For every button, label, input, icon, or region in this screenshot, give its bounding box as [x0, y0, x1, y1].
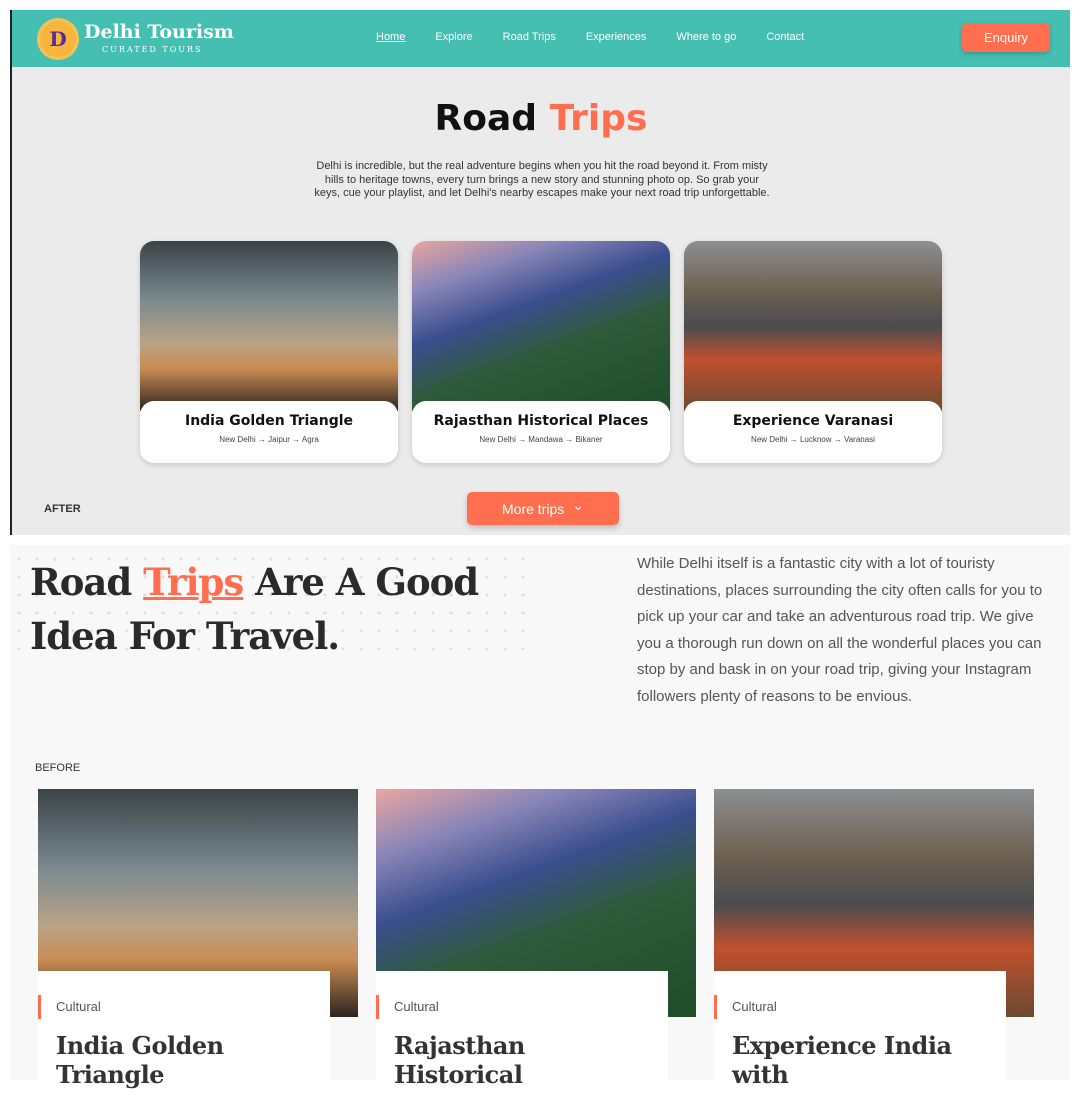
card-title: India Golden Triangle [184, 413, 354, 429]
card-route: New Delhi → Lucknow → Varanasi [751, 435, 875, 444]
enquiry-button[interactable]: Enquiry [962, 23, 1050, 52]
nav-contact[interactable]: Contact [766, 31, 804, 43]
intro-text: Delhi is incredible, but the real advent… [314, 160, 770, 199]
trip-card[interactable]: Cultural Rajasthan Historical [376, 789, 696, 1101]
nav-explore[interactable]: Explore [435, 31, 472, 43]
section-heading: Road Trips Are A Good Idea For Travel. [30, 555, 479, 663]
heading-part: Idea For Travel. [30, 614, 340, 658]
card-title[interactable]: India Golden Triangle [56, 1031, 312, 1089]
title-word: Road [434, 98, 538, 139]
category-tag: Cultural [714, 995, 988, 1019]
brand-tagline: CURATED TOURS [102, 45, 203, 54]
nav-where-to-go[interactable]: Where to go [676, 31, 736, 43]
page-title: Road Trips [12, 98, 1070, 139]
nav-experiences[interactable]: Experiences [586, 31, 647, 43]
trip-card[interactable]: Cultural India Golden Triangle [38, 789, 358, 1101]
card-title: Rajasthan Historical Places [433, 413, 649, 429]
nav-road-trips[interactable]: Road Trips [503, 31, 556, 43]
trip-card[interactable]: India Golden Triangle New Delhi → Jaipur … [140, 241, 398, 463]
heading-accent: Trips [143, 560, 244, 604]
navbar: D Delhi Tourism CURATED TOURS Home Explo… [12, 10, 1070, 67]
card-route: New Delhi → Mandawa → Bikaner [479, 435, 603, 444]
trip-card[interactable]: Cultural Experience India with [714, 789, 1034, 1101]
section-description: While Delhi itself is a fantastic city w… [637, 555, 1043, 705]
card-title[interactable]: Rajasthan Historical [394, 1031, 650, 1089]
heading-part: Road [30, 560, 144, 604]
more-trips-button[interactable]: More trips ⌄ [467, 492, 619, 525]
nav-home[interactable]: Home [376, 31, 405, 43]
varanasi-image [684, 241, 942, 411]
trip-card[interactable]: Rajasthan Historical Places New Delhi → M… [412, 241, 670, 463]
taj-mahal-image [140, 241, 398, 411]
nav-links: Home Explore Road Trips Experiences Wher… [376, 31, 804, 43]
card-route: New Delhi → Jaipur → Agra [219, 435, 319, 444]
before-label: BEFORE [35, 762, 81, 774]
logo-icon[interactable]: D [40, 21, 76, 57]
more-trips-label: More trips [502, 500, 565, 517]
category-tag: Cultural [38, 995, 312, 1019]
after-section: D Delhi Tourism CURATED TOURS Home Explo… [10, 10, 1070, 535]
after-label: AFTER [44, 503, 81, 515]
heading-part: Are A Good [243, 560, 479, 604]
before-section: Road Trips Are A Good Idea For Travel. Wh… [10, 545, 1070, 1101]
title-accent: Trips [549, 98, 648, 139]
card-title: Experience Varanasi [732, 413, 894, 429]
rajasthan-image [412, 241, 670, 411]
trip-card[interactable]: Experience Varanasi New Delhi → Lucknow →… [684, 241, 942, 463]
chevron-down-icon: ⌄ [572, 497, 584, 513]
category-tag: Cultural [376, 995, 650, 1019]
card-title[interactable]: Experience India with [732, 1031, 988, 1089]
brand-name[interactable]: Delhi Tourism [84, 21, 234, 43]
